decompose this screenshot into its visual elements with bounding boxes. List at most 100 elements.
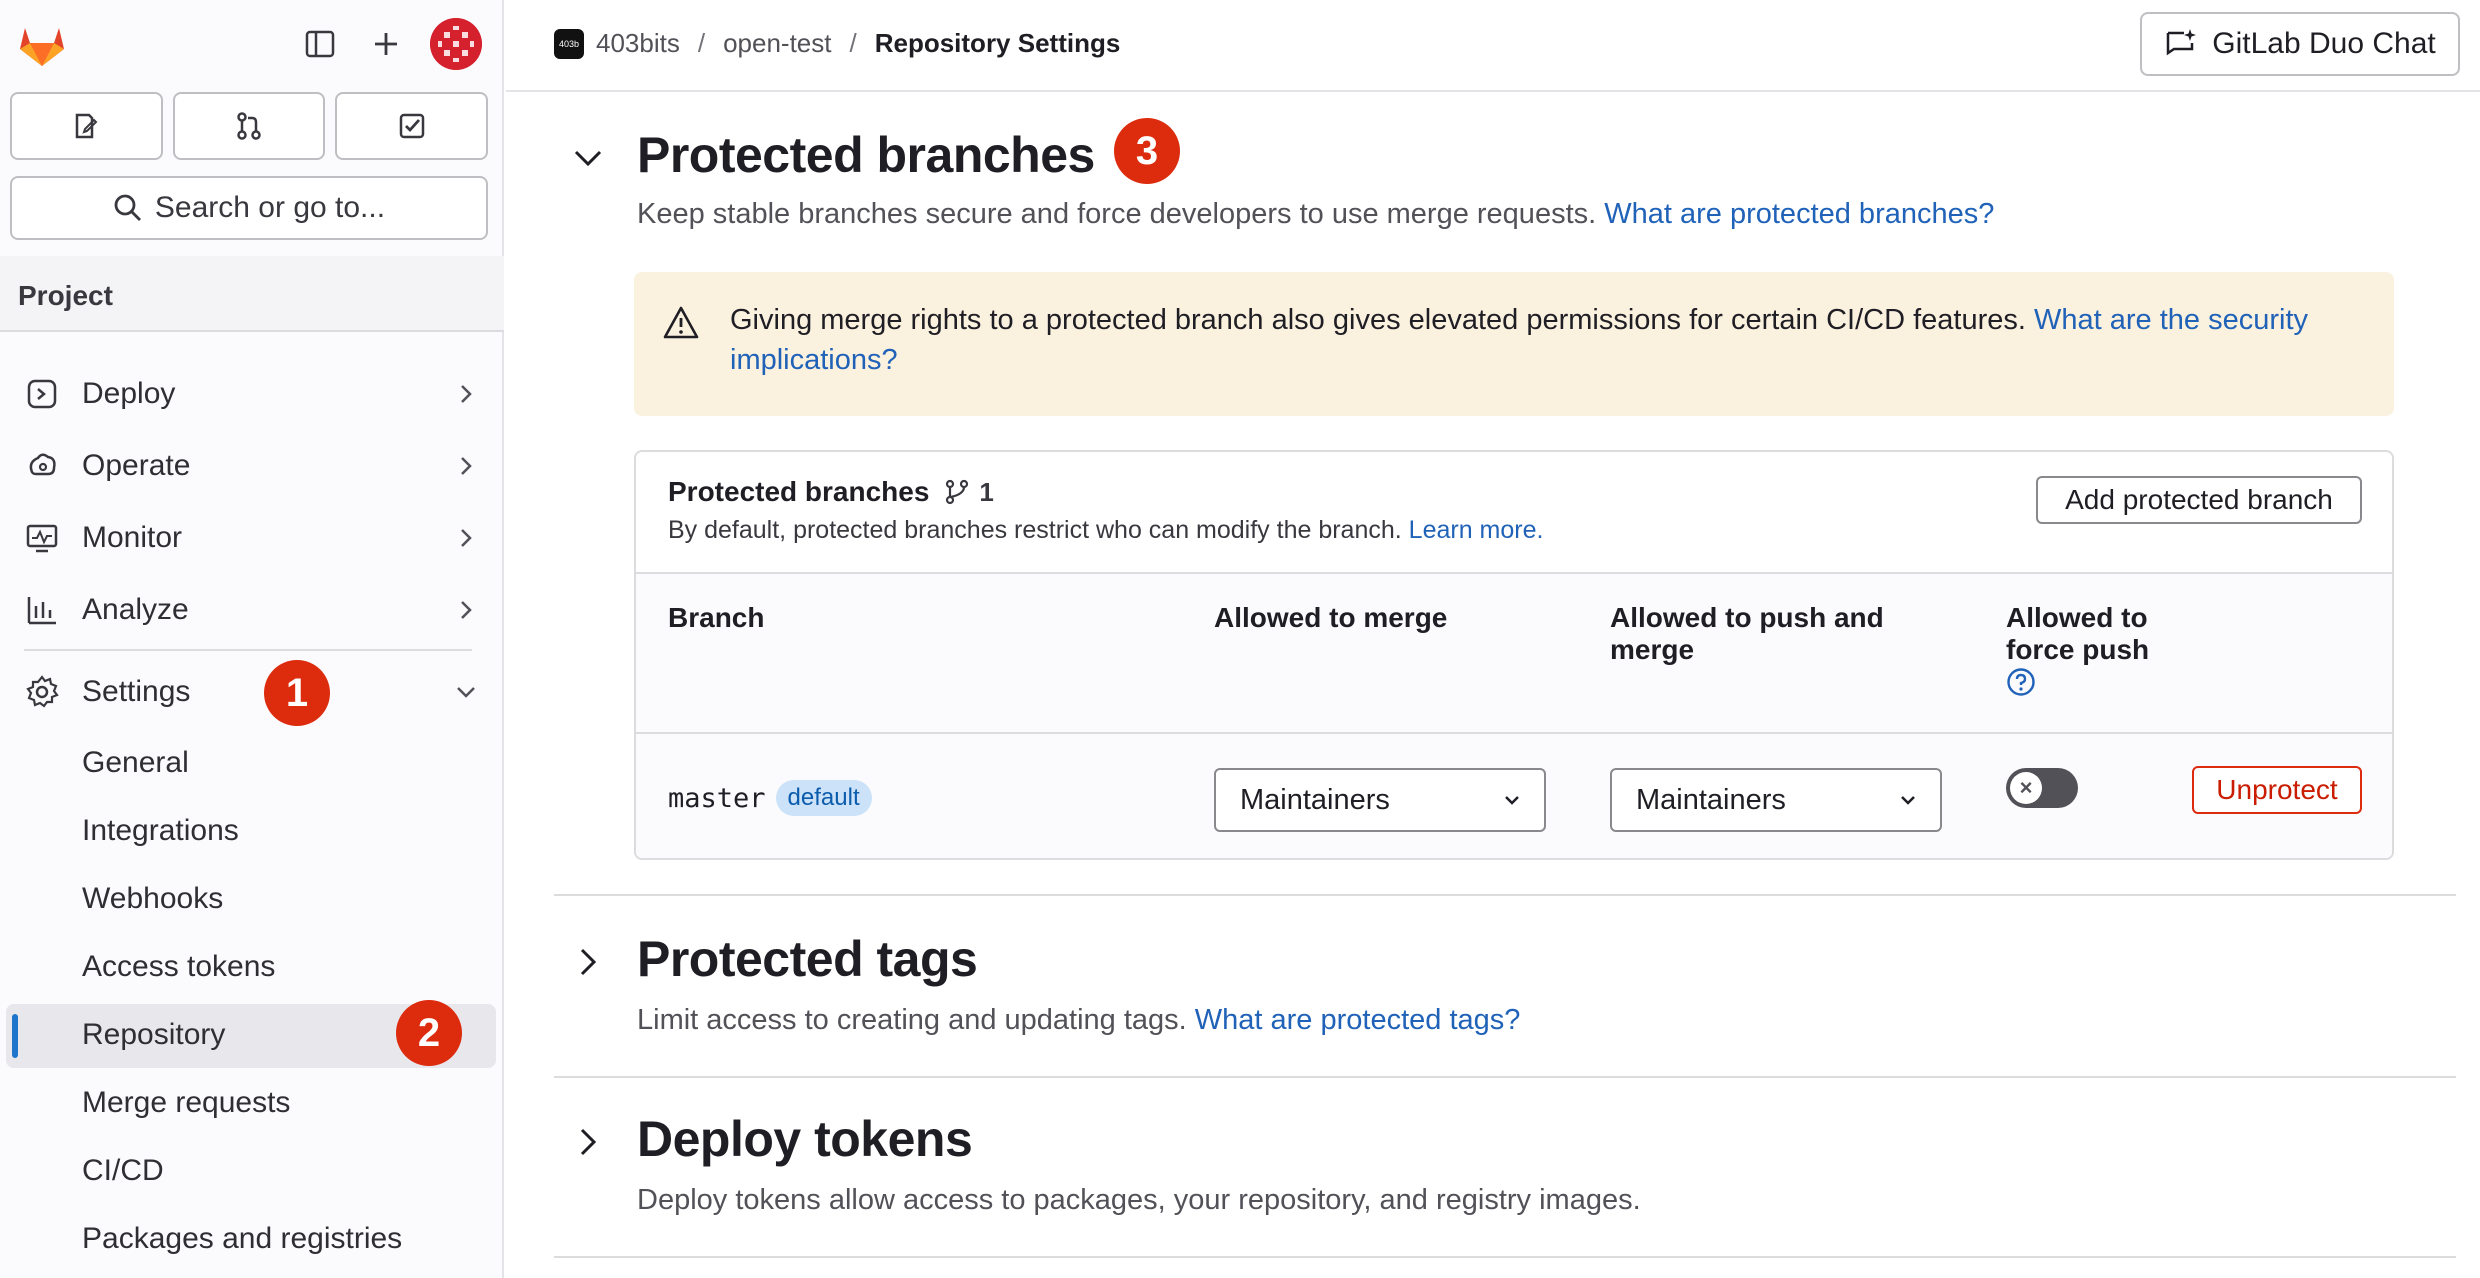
operate-icon (29, 453, 56, 476)
subitem-label: General (82, 746, 189, 779)
protected-tags-help-link[interactable]: What are protected tags? (1195, 1004, 1521, 1036)
subitem-label: CI/CD (82, 1154, 164, 1187)
subitem-label: Webhooks (82, 882, 224, 915)
subitem-label: Packages and registries (82, 1222, 403, 1255)
sidebar-divider (24, 649, 472, 651)
sidebar-quick-actions (10, 92, 489, 160)
subitem-label: Repository (82, 1018, 226, 1051)
user-avatar[interactable] (430, 18, 482, 70)
duo-chat-label: GitLab Duo Chat (2212, 27, 2436, 60)
card-title: Protected branches 1 (668, 476, 994, 508)
card-description: By default, protected branches restrict … (668, 516, 1544, 544)
sidebar-item-label: Analyze (82, 593, 189, 626)
protected-branches-description: Keep stable branches secure and force de… (637, 198, 1995, 230)
sidebar-item-analyze[interactable]: Analyze (0, 578, 504, 642)
sidebar-subitem-general[interactable]: General (0, 732, 504, 796)
chevron-down-icon (1505, 796, 1519, 805)
section-divider (554, 894, 2456, 896)
sidebar-subitem-webhooks[interactable]: Webhooks (0, 868, 504, 932)
force-push-toggle[interactable]: × (2006, 768, 2078, 808)
subitem-label: Merge requests (82, 1086, 291, 1119)
todo-icon (399, 113, 424, 139)
section-divider (554, 1076, 2456, 1078)
sidebar-header (0, 0, 504, 88)
protected-branches-heading: Protected branches (637, 127, 1095, 183)
protected-branches-card: Protected branches 1 By default, protect… (634, 450, 2394, 860)
search-icon (114, 194, 141, 221)
merge-requests-button[interactable] (172, 92, 326, 160)
issues-button[interactable] (10, 92, 163, 160)
plus-icon[interactable] (360, 18, 412, 70)
sidebar-subitem-packages-registries[interactable]: Packages and registries (0, 1208, 504, 1272)
duo-chat-button[interactable]: GitLab Duo Chat (2140, 12, 2460, 76)
sidebar-item-deploy[interactable]: Deploy (0, 362, 504, 426)
deploy-tokens-heading: Deploy tokens (637, 1111, 973, 1167)
issues-icon (76, 113, 98, 139)
learn-more-link[interactable]: Learn more. (1409, 516, 1544, 544)
chevron-right-icon (461, 385, 472, 403)
top-bar: 403b 403bits / open-test / Repository Se… (506, 0, 2480, 92)
sidebar-subitem-merge-requests[interactable]: Merge requests (0, 1072, 504, 1136)
sidebar-item-label: Deploy (82, 377, 176, 410)
deploy-icon (27, 379, 57, 409)
chevron-right-icon (461, 529, 472, 547)
branch-icon (946, 479, 969, 505)
chevron-right-icon (461, 457, 472, 475)
annotation-marker-1: 1 (264, 660, 330, 726)
branch-count: 1 (943, 477, 994, 508)
unprotect-button[interactable]: Unprotect (2192, 766, 2362, 814)
table-header: Branch Allowed to merge Allowed to push … (636, 574, 2392, 734)
sidebar-subitem-access-tokens[interactable]: Access tokens (0, 936, 504, 1000)
chevron-right-icon (461, 601, 472, 619)
chevron-down-icon (1901, 796, 1915, 805)
column-allowed-to-push-and-merge: Allowed to push and merge (1610, 602, 1884, 665)
sidebar: Search or go to... Project Deploy Operat… (0, 0, 504, 1278)
annotation-marker-2: 2 (396, 1000, 462, 1066)
breadcrumb: 403b 403bits / open-test / Repository Se… (554, 28, 1120, 59)
breadcrumb-group[interactable]: 403bits (596, 28, 680, 59)
column-allowed-to-merge: Allowed to merge (1214, 602, 1448, 633)
subitem-label: Access tokens (82, 950, 276, 983)
protected-branches-help-link[interactable]: What are protected branches? (1604, 198, 1994, 230)
group-avatar: 403b (554, 28, 584, 59)
branch-cell: master default (668, 780, 872, 816)
expand-chevron-icon[interactable] (568, 942, 608, 982)
toggle-off-icon: × (2010, 772, 2042, 804)
branch-name[interactable]: master (668, 783, 766, 814)
sidebar-item-operate[interactable]: Operate (0, 434, 504, 498)
security-warning-alert: Giving merge rights to a protected branc… (634, 272, 2394, 416)
sidebar-section-title: Project (0, 256, 504, 332)
annotation-marker-3: 3 (1114, 118, 1180, 184)
allowed-to-merge-dropdown[interactable]: Maintainers (1214, 768, 1546, 832)
search-button[interactable]: Search or go to... (10, 176, 488, 240)
settings-icon (26, 675, 59, 708)
breadcrumb-project[interactable]: open-test (723, 28, 831, 59)
sidebar-item-label: Monitor (82, 521, 183, 554)
sidebar-item-label: Settings (82, 675, 191, 708)
default-badge: default (775, 780, 872, 816)
gitlab-logo-icon[interactable] (14, 16, 70, 72)
section-divider (554, 1256, 2456, 1258)
collapse-chevron-icon[interactable] (568, 138, 608, 178)
toggle-sidebar-icon[interactable] (294, 18, 346, 70)
warning-text: Giving merge rights to a protected branc… (730, 304, 2308, 376)
merge-request-icon (237, 112, 261, 140)
allowed-to-push-dropdown[interactable]: Maintainers (1610, 768, 1942, 832)
column-branch: Branch (668, 602, 765, 633)
card-header: Protected branches 1 By default, protect… (636, 452, 2392, 574)
sidebar-item-settings[interactable]: Settings (0, 660, 504, 724)
column-allowed-to-force-push: Allowed to force push (2006, 602, 2166, 698)
monitor-icon (26, 524, 58, 553)
sidebar-subitem-integrations[interactable]: Integrations (0, 800, 504, 864)
sidebar-item-monitor[interactable]: Monitor (0, 506, 504, 570)
analyze-icon (27, 597, 56, 625)
protected-tags-heading: Protected tags (637, 931, 978, 987)
add-protected-branch-button[interactable]: Add protected branch (2036, 476, 2362, 524)
sidebar-subitem-cicd[interactable]: CI/CD (0, 1140, 504, 1204)
protected-tags-description: Limit access to creating and updating ta… (637, 1004, 1521, 1036)
chevron-down-icon (457, 687, 475, 698)
breadcrumb-current[interactable]: Repository Settings (875, 28, 1121, 59)
expand-chevron-icon[interactable] (568, 1122, 608, 1162)
todos-button[interactable] (335, 92, 489, 160)
help-icon[interactable] (2006, 667, 2036, 697)
